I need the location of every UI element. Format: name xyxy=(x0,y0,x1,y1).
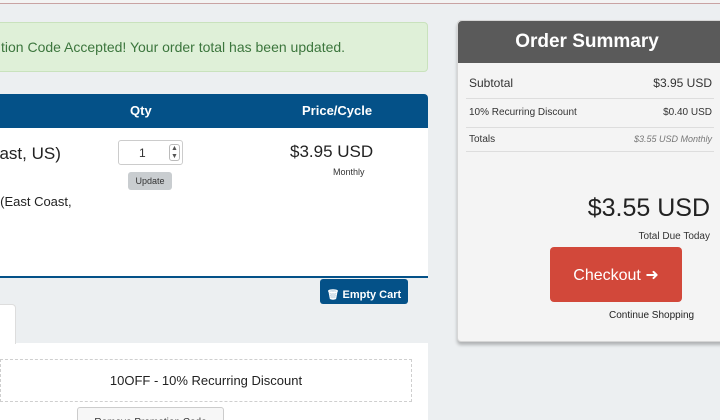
cart-item-row: oast, US) s (East Coast, e 1 ▲▼ Update $… xyxy=(0,128,428,278)
divider xyxy=(466,98,714,99)
total-due-label: Total Due Today xyxy=(638,231,710,242)
divider xyxy=(466,151,714,152)
alert-text: tion Code Accepted! Your order total has… xyxy=(1,39,346,55)
empty-cart-button[interactable]: 🗑 Empty Cart xyxy=(320,279,408,304)
checkout-label: Checkout xyxy=(573,266,641,284)
divider xyxy=(466,127,714,128)
item-price: $3.95 USD xyxy=(290,142,374,161)
quantity-value: 1 xyxy=(139,146,146,160)
promo-code-text: 10OFF - 10% Recurring Discount xyxy=(109,373,303,388)
discount-row: 10% Recurring Discount $0.40 USD xyxy=(469,107,712,118)
subtotal-row: Subtotal $3.95 USD xyxy=(469,76,712,90)
continue-shopping-link[interactable]: Continue Shopping xyxy=(609,310,694,321)
product-title: oast, US) xyxy=(0,144,61,163)
promo-tab[interactable]: e xyxy=(0,304,16,344)
subtotal-label: Subtotal xyxy=(469,76,514,90)
order-summary-panel: Order Summary Subtotal $3.95 USD 10% Rec… xyxy=(457,20,720,342)
checkout-button[interactable]: Checkout ➜ xyxy=(550,247,682,302)
discount-value: $0.40 USD xyxy=(663,107,712,118)
order-summary-title: Order Summary xyxy=(458,21,720,63)
cart-table-header: Qty Price/Cycle xyxy=(0,94,428,128)
totals-row: Totals $3.55 USD Monthly xyxy=(469,134,712,145)
top-divider xyxy=(0,0,720,4)
applied-promo-code: 10OFF - 10% Recurring Discount xyxy=(0,359,412,402)
subtotal-value: $3.95 USD xyxy=(653,76,712,90)
totals-value: $3.55 USD Monthly xyxy=(633,134,712,144)
billing-cycle: Monthly xyxy=(333,167,365,177)
update-quantity-button[interactable]: Update xyxy=(128,172,172,190)
price-cycle-header: Price/Cycle xyxy=(302,103,373,118)
arrow-right-icon: ➜ xyxy=(645,266,659,284)
product-description: s (East Coast, xyxy=(0,194,72,209)
quantity-input[interactable]: 1 ▲ ▼ xyxy=(118,140,183,165)
discount-label: 10% Recurring Discount xyxy=(469,107,577,118)
grand-total: $3.55 USD xyxy=(587,194,710,222)
empty-cart-label: Empty Cart xyxy=(342,288,402,301)
number-spinner-icon[interactable]: ▲ ▼ xyxy=(169,144,180,161)
remove-promo-button[interactable]: Remove Promotion Code xyxy=(77,407,224,420)
totals-label: Totals xyxy=(469,134,496,145)
promo-success-alert: tion Code Accepted! Your order total has… xyxy=(0,22,428,72)
trash-icon: 🗑 xyxy=(326,289,340,301)
qty-header: Qty xyxy=(130,103,152,118)
